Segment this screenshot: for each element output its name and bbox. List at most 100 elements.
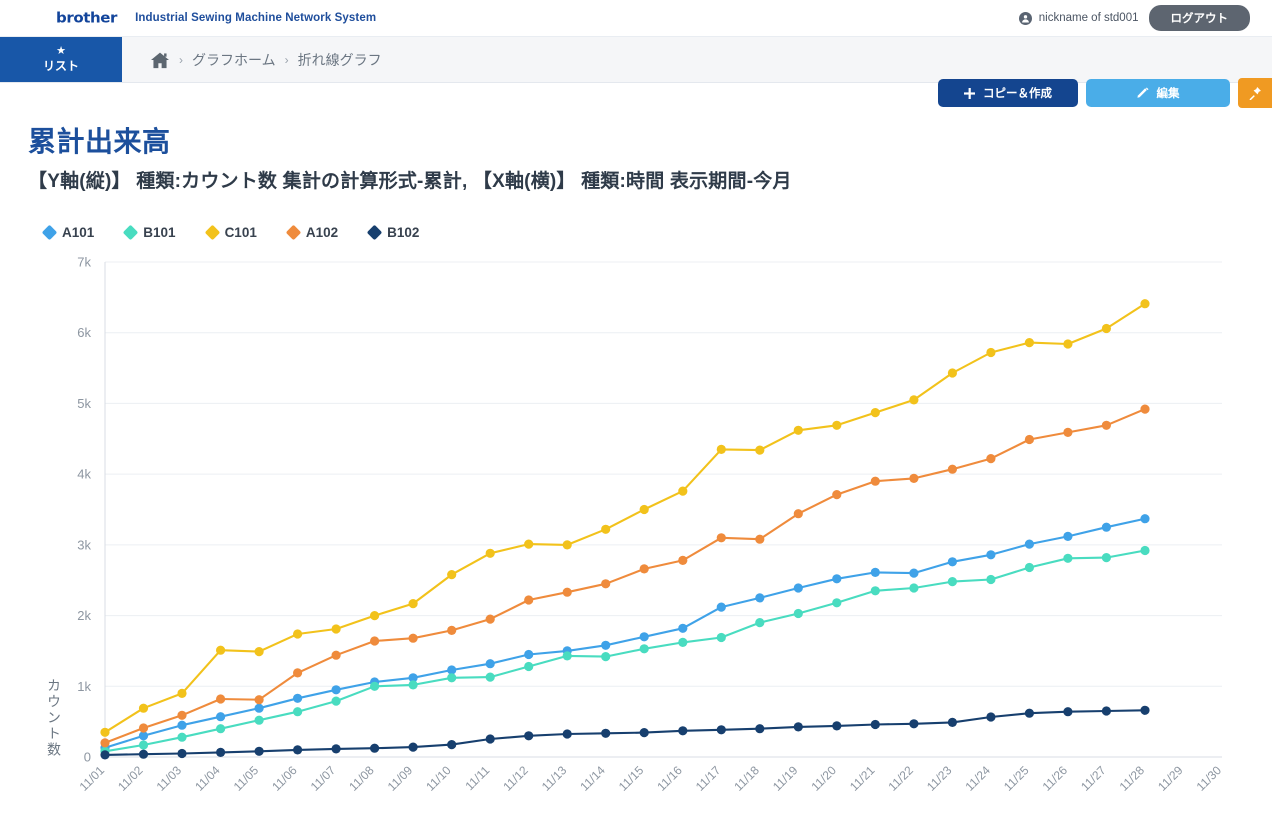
data-point[interactable] [1063, 339, 1072, 348]
sidebar-item-list[interactable]: ★ リスト [0, 37, 122, 82]
data-point[interactable] [216, 694, 225, 703]
data-point[interactable] [678, 556, 687, 565]
data-point[interactable] [524, 662, 533, 671]
data-point[interactable] [678, 624, 687, 633]
copy-and-create-button[interactable]: コピー＆作成 [938, 79, 1078, 107]
data-point[interactable] [255, 704, 264, 713]
data-point[interactable] [177, 721, 186, 730]
data-point[interactable] [871, 408, 880, 417]
data-point[interactable] [1102, 324, 1111, 333]
data-point[interactable] [1102, 553, 1111, 562]
data-point[interactable] [794, 609, 803, 618]
data-point[interactable] [1025, 338, 1034, 347]
data-point[interactable] [948, 557, 957, 566]
pin-icon[interactable] [1238, 78, 1272, 108]
data-point[interactable] [640, 728, 649, 737]
data-point[interactable] [717, 633, 726, 642]
data-point[interactable] [601, 641, 610, 650]
logout-button[interactable]: ログアウト [1149, 5, 1251, 31]
home-icon[interactable] [150, 51, 170, 69]
data-point[interactable] [486, 734, 495, 743]
data-point[interactable] [1140, 405, 1149, 414]
data-point[interactable] [986, 575, 995, 584]
data-point[interactable] [1102, 523, 1111, 532]
data-point[interactable] [255, 695, 264, 704]
data-point[interactable] [293, 629, 302, 638]
data-point[interactable] [1063, 532, 1072, 541]
data-point[interactable] [948, 368, 957, 377]
data-point[interactable] [1063, 554, 1072, 563]
data-point[interactable] [601, 729, 610, 738]
data-point[interactable] [177, 733, 186, 742]
breadcrumb-item-graph-home[interactable]: グラフホーム [192, 50, 276, 70]
data-point[interactable] [948, 718, 957, 727]
data-point[interactable] [409, 743, 418, 752]
data-point[interactable] [755, 593, 764, 602]
breadcrumb-item-line-graph[interactable]: 折れ線グラフ [298, 50, 382, 70]
data-point[interactable] [1140, 514, 1149, 523]
data-point[interactable] [755, 618, 764, 627]
data-point[interactable] [563, 540, 572, 549]
data-point[interactable] [524, 540, 533, 549]
data-point[interactable] [678, 726, 687, 735]
data-point[interactable] [177, 749, 186, 758]
data-point[interactable] [755, 724, 764, 733]
data-point[interactable] [447, 673, 456, 682]
data-point[interactable] [332, 651, 341, 660]
legend-item-a101[interactable]: A101 [44, 225, 94, 240]
data-point[interactable] [1140, 546, 1149, 555]
data-point[interactable] [717, 533, 726, 542]
legend-item-c101[interactable]: C101 [207, 225, 257, 240]
data-point[interactable] [909, 474, 918, 483]
data-point[interactable] [409, 634, 418, 643]
data-point[interactable] [370, 682, 379, 691]
data-point[interactable] [1025, 563, 1034, 572]
legend-item-a102[interactable]: A102 [288, 225, 338, 240]
data-point[interactable] [409, 680, 418, 689]
data-point[interactable] [293, 745, 302, 754]
data-point[interactable] [293, 694, 302, 703]
data-point[interactable] [871, 568, 880, 577]
data-point[interactable] [409, 599, 418, 608]
data-point[interactable] [871, 586, 880, 595]
data-point[interactable] [986, 712, 995, 721]
data-point[interactable] [1025, 709, 1034, 718]
data-point[interactable] [139, 750, 148, 759]
line-chart[interactable]: 01k2k3k4k5k6k7k11/0111/0211/0311/0411/05… [0, 248, 1272, 818]
data-point[interactable] [832, 574, 841, 583]
data-point[interactable] [794, 509, 803, 518]
data-point[interactable] [948, 465, 957, 474]
data-point[interactable] [1025, 435, 1034, 444]
data-point[interactable] [1063, 428, 1072, 437]
data-point[interactable] [832, 721, 841, 730]
data-point[interactable] [986, 454, 995, 463]
data-point[interactable] [1102, 421, 1111, 430]
data-point[interactable] [177, 711, 186, 720]
data-point[interactable] [216, 724, 225, 733]
data-point[interactable] [332, 697, 341, 706]
data-point[interactable] [909, 395, 918, 404]
data-point[interactable] [255, 647, 264, 656]
data-point[interactable] [794, 426, 803, 435]
data-point[interactable] [601, 652, 610, 661]
data-point[interactable] [909, 569, 918, 578]
data-point[interactable] [1102, 706, 1111, 715]
data-point[interactable] [948, 577, 957, 586]
data-point[interactable] [332, 685, 341, 694]
data-point[interactable] [216, 748, 225, 757]
data-point[interactable] [486, 673, 495, 682]
data-point[interactable] [832, 490, 841, 499]
data-point[interactable] [986, 550, 995, 559]
data-point[interactable] [332, 624, 341, 633]
data-point[interactable] [755, 535, 764, 544]
data-point[interactable] [717, 445, 726, 454]
data-point[interactable] [678, 487, 687, 496]
data-point[interactable] [563, 651, 572, 660]
data-point[interactable] [139, 704, 148, 713]
data-point[interactable] [100, 728, 109, 737]
data-point[interactable] [640, 632, 649, 641]
data-point[interactable] [216, 712, 225, 721]
data-point[interactable] [447, 626, 456, 635]
data-point[interactable] [563, 729, 572, 738]
data-point[interactable] [717, 725, 726, 734]
